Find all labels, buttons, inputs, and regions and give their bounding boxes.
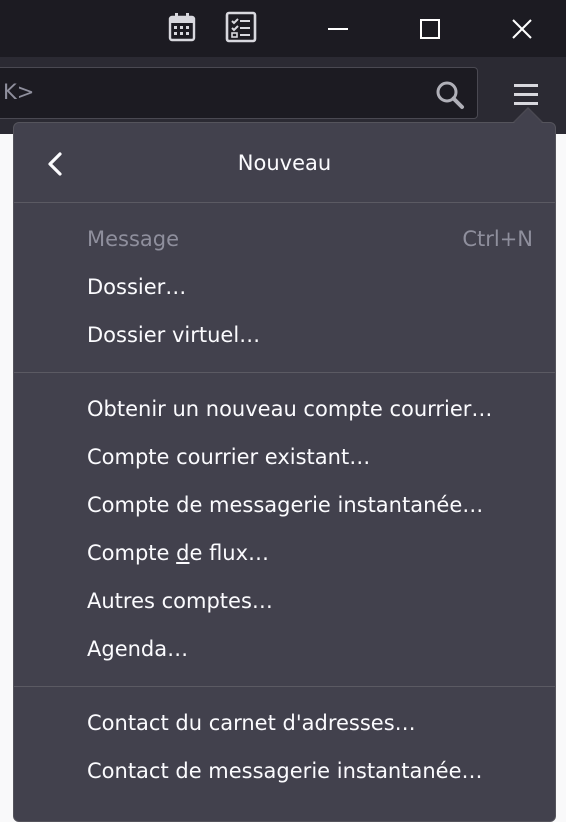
minimize-button[interactable]: [292, 0, 384, 57]
menu-item-label: Compte de messagerie instantanée…: [87, 493, 484, 517]
menu-item-label: Dossier…: [87, 275, 187, 299]
menu-item-label: Dossier virtuel…: [87, 323, 261, 347]
menu-item-virtual-folder[interactable]: Dossier virtuel…: [14, 313, 555, 359]
close-button[interactable]: [476, 0, 566, 57]
hamburger-icon: [514, 84, 538, 105]
panel-header: Nouveau: [14, 123, 555, 203]
separator: [14, 372, 555, 373]
menu-item-label: Contact de messagerie instantanée…: [87, 759, 483, 783]
close-icon: [512, 18, 532, 39]
menu-item-label: Message: [87, 227, 180, 251]
menu-item-address-book-contact[interactable]: Contact du carnet d'adresses…: [14, 701, 555, 747]
panel-title: Nouveau: [237, 151, 332, 175]
maximize-icon: [420, 18, 440, 39]
title-bar: [0, 0, 566, 57]
search-input[interactable]: K>: [0, 67, 478, 119]
menu-item-chat-account[interactable]: Compte de messagerie instantanée…: [14, 483, 555, 529]
separator: [14, 686, 555, 687]
search-icon[interactable]: [435, 80, 465, 114]
menu-item-label: Obtenir un nouveau compte courrier…: [87, 397, 493, 421]
menu-item-label: Compte de flux…: [87, 541, 269, 565]
maximize-button[interactable]: [384, 0, 476, 57]
menu-item-new-mail-account[interactable]: Obtenir un nouveau compte courrier…: [14, 387, 555, 433]
label-part: Compte: [87, 541, 177, 565]
menu-item-other-accounts[interactable]: Autres comptes…: [14, 579, 555, 625]
menu-item-shortcut: Ctrl+N: [462, 227, 533, 251]
menu-item-label: Agenda…: [87, 637, 189, 661]
calendar-icon[interactable]: [165, 10, 199, 44]
menu-item-chat-contact[interactable]: Contact de messagerie instantanée…: [14, 749, 555, 795]
panel-arrow-fill: [514, 109, 542, 123]
menu-item-label: Compte courrier existant…: [87, 445, 371, 469]
separator: [14, 202, 555, 203]
menu-item-folder[interactable]: Dossier…: [14, 265, 555, 311]
menu-item-label: Contact du carnet d'adresses…: [87, 711, 416, 735]
app-menu-panel: Nouveau Message Ctrl+N Dossier… Dossier …: [13, 122, 556, 822]
minimize-icon: [328, 27, 348, 30]
access-key: d: [176, 541, 190, 565]
menu-item-feed-account[interactable]: Compte de flux…: [14, 531, 555, 577]
tasks-icon[interactable]: [224, 10, 258, 44]
label-part: e flux…: [189, 541, 270, 565]
menu-item-existing-mail-account[interactable]: Compte courrier existant…: [14, 435, 555, 481]
menu-item-label: Autres comptes…: [87, 589, 273, 613]
menu-item-message: Message Ctrl+N: [14, 217, 555, 263]
menu-item-calendar[interactable]: Agenda…: [14, 627, 555, 673]
search-value: K>: [3, 80, 35, 104]
